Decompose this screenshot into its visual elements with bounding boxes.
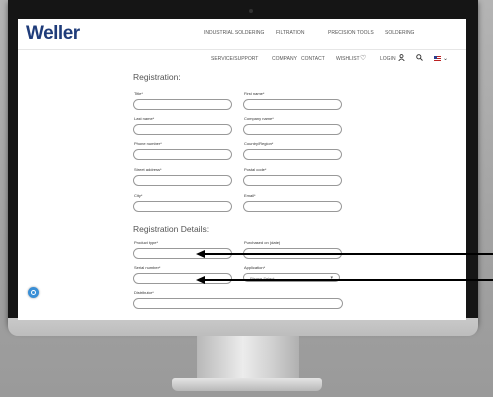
nav-login[interactable]: LOGIN xyxy=(380,56,396,62)
first-name-label: First name* xyxy=(244,91,265,96)
header-divider xyxy=(18,49,466,50)
registration-details-heading: Registration Details: xyxy=(133,224,210,234)
country-label: Country/Region* xyxy=(244,141,274,146)
company-field[interactable] xyxy=(243,124,342,135)
user-icon[interactable] xyxy=(398,54,405,63)
title-field[interactable] xyxy=(133,99,232,110)
nav-industrial-soldering[interactable]: INDUSTRIAL SOLDERING xyxy=(204,30,264,36)
monitor-stand xyxy=(197,336,299,382)
distributor-label: Distributor* xyxy=(134,290,154,295)
street-field[interactable] xyxy=(133,175,232,186)
email-field[interactable] xyxy=(243,201,342,212)
first-name-field[interactable] xyxy=(243,99,342,110)
phone-label: Phone number* xyxy=(134,141,162,146)
nav-soldering[interactable]: SOLDERING xyxy=(385,30,414,36)
email-label: Email* xyxy=(244,193,256,198)
country-field[interactable] xyxy=(243,149,342,160)
chat-icon[interactable] xyxy=(28,287,39,298)
search-icon[interactable] xyxy=(416,54,423,63)
annotation-arrow-serial-number xyxy=(203,279,493,281)
nav-wishlist[interactable]: WISHLIST xyxy=(336,56,360,62)
browser-screen: Weller INDUSTRIAL SOLDERING FILTRATION P… xyxy=(18,19,466,320)
purchased-on-label: Purchased on (date) xyxy=(244,240,281,245)
postal-field[interactable] xyxy=(243,175,342,186)
weller-logo[interactable]: Weller xyxy=(26,23,80,45)
last-name-label: Last name* xyxy=(134,116,155,121)
distributor-field[interactable] xyxy=(133,298,343,309)
heart-icon[interactable]: ♡ xyxy=(360,54,366,62)
nav-company[interactable]: COMPANY xyxy=(272,56,297,62)
street-label: Street address* xyxy=(134,167,162,172)
nav-contact[interactable]: CONTACT xyxy=(301,56,325,62)
camera xyxy=(249,9,253,13)
monitor-chin xyxy=(8,318,478,336)
nav-service-support[interactable]: SERVICE/SUPPORT xyxy=(211,56,258,62)
postal-label: Postal code* xyxy=(244,167,267,172)
nav-filtration[interactable]: FILTRATION xyxy=(276,30,304,36)
last-name-field[interactable] xyxy=(133,124,232,135)
application-label: Application* xyxy=(244,265,266,270)
us-flag-icon[interactable] xyxy=(434,56,441,61)
phone-field[interactable] xyxy=(133,149,232,160)
monitor-base xyxy=(172,378,322,391)
title-label: Title* xyxy=(134,91,143,96)
annotation-arrow-product-type xyxy=(203,253,493,255)
city-label: City* xyxy=(134,193,143,198)
chevron-down-icon[interactable]: ⌄ xyxy=(443,55,448,62)
serial-number-label: Serial number* xyxy=(134,265,161,270)
city-field[interactable] xyxy=(133,201,232,212)
annotation-arrowhead-product-type xyxy=(196,250,205,258)
registration-heading: Registration: xyxy=(133,72,181,82)
company-label: Company name* xyxy=(244,116,274,121)
annotation-arrowhead-serial-number xyxy=(196,276,205,284)
product-type-label: Product type* xyxy=(134,240,159,245)
nav-precision-tools[interactable]: PRECISION TOOLS xyxy=(328,30,374,36)
